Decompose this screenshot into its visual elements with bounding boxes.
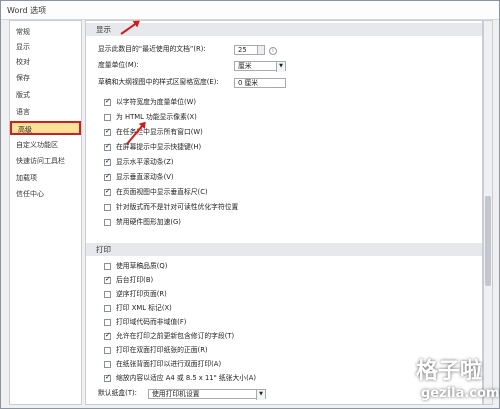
checkbox-optimize-char-position[interactable] (104, 204, 111, 211)
checkbox-label: 允许在打印之前更新包含修订的字段(T) (116, 332, 235, 340)
sidebar-item-save[interactable]: 保存 (10, 71, 81, 85)
sidebar-item-language[interactable]: 语言 (10, 105, 81, 119)
checkbox-screentip-shortcuts[interactable] (104, 142, 111, 151)
checkbox-label: 打印 XML 标记(X) (116, 304, 172, 312)
checkbox-label: 缩放内容以适应 A4 或 8.5 x 11" 纸张大小(A) (116, 374, 257, 382)
sidebar-item-layout[interactable]: 版式 (10, 88, 81, 102)
options-panel: 显示 显示此数目的“最近使用的文档”(R): 25 i 度量单位(M): 厘米 … (85, 20, 483, 405)
checkbox-taskbar-windows[interactable] (104, 127, 111, 136)
checkbox-background-print[interactable] (104, 275, 111, 284)
sidebar-item-quick-access-toolbar[interactable]: 快速访问工具栏 (10, 154, 81, 168)
checkbox-label: 针对版式而不是针对可读性优化字符位置 (116, 203, 239, 211)
unit-value: 厘米 (238, 62, 252, 70)
checkbox-horizontal-scrollbar[interactable] (104, 157, 111, 166)
print-section-header: 打印 (86, 243, 482, 256)
sidebar-item-proofing[interactable]: 校对 (10, 55, 81, 69)
checkbox-label: 后台打印(B) (116, 276, 154, 284)
checkbox-label: 使用草稿品质(Q) (116, 262, 168, 270)
sidebar-item-add-ins[interactable]: 加载项 (10, 171, 81, 185)
paper-tray-label: 默认纸盒(T): (98, 389, 137, 397)
checkbox-html-pixels[interactable] (104, 114, 111, 121)
checkbox-label: 逆序打印页面(R) (116, 290, 167, 298)
sidebar-item-advanced[interactable]: 高级 (10, 121, 81, 135)
sidebar-item-general[interactable]: 常规 (10, 25, 81, 39)
checkbox-print-xml-tags[interactable] (104, 305, 111, 312)
scrollbar-thumb[interactable] (485, 196, 491, 286)
recent-docs-label: 显示此数目的“最近使用的文档”(R): (98, 45, 206, 53)
unit-select[interactable]: 厘米 ▼ (234, 61, 286, 72)
recent-docs-spinner[interactable] (257, 45, 265, 55)
sidebar-item-trust-center[interactable]: 信任中心 (10, 187, 81, 201)
title-bar: Word 选项 (1, 1, 499, 20)
sidebar: 常规 显示 校对 保存 版式 语言 高级 自定义功能区 快速访问工具栏 加载项 … (9, 20, 82, 405)
checkbox-label: 显示垂直滚动条(V) (116, 173, 174, 181)
checkbox-label: 显示水平滚动条(Z) (116, 158, 174, 166)
vertical-scrollbar[interactable] (483, 20, 493, 405)
checkbox-label: 在纸张背面打印以进行双面打印(A) (116, 360, 222, 368)
style-width-label: 草稿和大纲视图中的样式区窗格宽度(E): (98, 78, 219, 86)
sidebar-item-customize-ribbon[interactable]: 自定义功能区 (10, 138, 81, 152)
checkbox-label: 以字符宽度为度量单位(W) (116, 98, 196, 106)
checkbox-update-tracked-fields[interactable] (104, 331, 111, 340)
checkbox-label: 打印在双面打印纸张的正面(R) (116, 346, 208, 354)
sidebar-item-display[interactable]: 显示 (10, 40, 81, 54)
recent-docs-input[interactable]: 25 (234, 45, 258, 55)
checkbox-label: 禁用硬件图形加速(G) (116, 218, 181, 226)
checkbox-print-front-duplex[interactable] (104, 347, 111, 354)
checkbox-vertical-scrollbar[interactable] (104, 172, 111, 181)
checkbox-disable-hw-accel[interactable] (104, 219, 111, 226)
checkbox-label: 在任务栏中显示所有窗口(W) (116, 128, 203, 136)
checkbox-print-back-duplex[interactable] (104, 361, 111, 368)
checkbox-char-width-units[interactable] (104, 97, 111, 106)
checkbox-vertical-ruler[interactable] (104, 187, 111, 196)
checkbox-reverse-print[interactable] (104, 291, 111, 298)
info-icon: i (269, 47, 277, 55)
checkbox-scale-content-paper[interactable] (104, 373, 111, 382)
checkbox-label: 在页面视图中显示垂直标尺(C) (116, 188, 208, 196)
chevron-down-icon[interactable]: ▼ (256, 390, 265, 400)
checkbox-label: 打印域代码而非域值(F) (116, 318, 187, 326)
options-window: Word 选项 常规 显示 校对 保存 版式 语言 高级 自定义功能区 快速访问… (0, 0, 500, 409)
checkbox-label: 为 HTML 功能显示像素(X) (116, 113, 197, 121)
checkbox-draft-quality[interactable] (104, 263, 111, 270)
checkbox-label: 在屏幕提示中显示快捷键(H) (116, 143, 202, 151)
style-width-input[interactable]: 0 厘米 (234, 78, 286, 88)
paper-tray-value: 使用打印机设置 (152, 390, 200, 398)
checkbox-print-field-codes[interactable] (104, 319, 111, 326)
watermark-logo-text: 格子啦 (416, 359, 483, 384)
display-section-header: 显示 (86, 23, 482, 36)
unit-label: 度量单位(M): (98, 61, 139, 69)
chevron-down-icon[interactable]: ▼ (276, 62, 285, 72)
window-title: Word 选项 (7, 6, 47, 15)
paper-tray-select[interactable]: 使用打印机设置 ▼ (148, 389, 266, 400)
watermark-url: gezila.com (421, 386, 500, 401)
